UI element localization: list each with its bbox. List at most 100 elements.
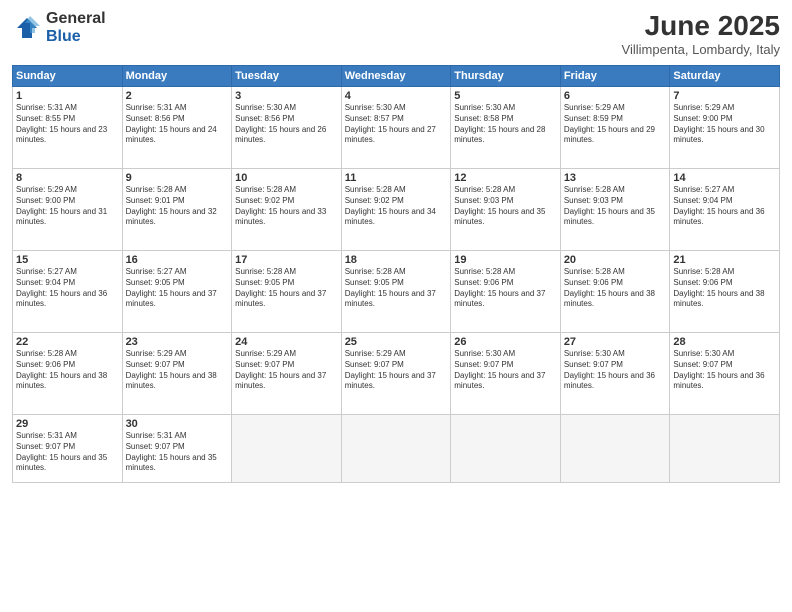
day-number: 14 [673, 172, 776, 184]
day-number: 7 [673, 90, 776, 102]
col-tuesday: Tuesday [232, 66, 342, 87]
day-info: Sunrise: 5:31 AMSunset: 8:56 PMDaylight:… [126, 103, 229, 146]
day-info: Sunrise: 5:31 AMSunset: 9:07 PMDaylight:… [16, 431, 119, 474]
calendar-cell: 15Sunrise: 5:27 AMSunset: 9:04 PMDayligh… [13, 251, 123, 333]
calendar-cell: 1Sunrise: 5:31 AMSunset: 8:55 PMDaylight… [13, 87, 123, 169]
logo: General Blue [12, 10, 106, 45]
month-title: June 2025 [622, 10, 780, 42]
calendar-cell: 7Sunrise: 5:29 AMSunset: 9:00 PMDaylight… [670, 87, 780, 169]
day-number: 16 [126, 254, 229, 266]
day-info: Sunrise: 5:30 AMSunset: 8:56 PMDaylight:… [235, 103, 338, 146]
day-info: Sunrise: 5:28 AMSunset: 9:03 PMDaylight:… [454, 185, 557, 228]
day-info: Sunrise: 5:28 AMSunset: 9:02 PMDaylight:… [345, 185, 448, 228]
col-friday: Friday [560, 66, 670, 87]
day-info: Sunrise: 5:27 AMSunset: 9:04 PMDaylight:… [16, 267, 119, 310]
calendar-week-5: 29Sunrise: 5:31 AMSunset: 9:07 PMDayligh… [13, 415, 780, 483]
calendar-cell: 12Sunrise: 5:28 AMSunset: 9:03 PMDayligh… [451, 169, 561, 251]
col-monday: Monday [122, 66, 232, 87]
day-info: Sunrise: 5:30 AMSunset: 8:57 PMDaylight:… [345, 103, 448, 146]
calendar-cell: 21Sunrise: 5:28 AMSunset: 9:06 PMDayligh… [670, 251, 780, 333]
day-info: Sunrise: 5:28 AMSunset: 9:05 PMDaylight:… [235, 267, 338, 310]
day-info: Sunrise: 5:29 AMSunset: 9:07 PMDaylight:… [235, 349, 338, 392]
day-number: 15 [16, 254, 119, 266]
day-number: 8 [16, 172, 119, 184]
calendar-header: Sunday Monday Tuesday Wednesday Thursday… [13, 66, 780, 87]
day-number: 5 [454, 90, 557, 102]
day-info: Sunrise: 5:28 AMSunset: 9:06 PMDaylight:… [16, 349, 119, 392]
title-section: June 2025 Villimpenta, Lombardy, Italy [622, 10, 780, 57]
day-info: Sunrise: 5:30 AMSunset: 9:07 PMDaylight:… [454, 349, 557, 392]
day-info: Sunrise: 5:27 AMSunset: 9:04 PMDaylight:… [673, 185, 776, 228]
day-info: Sunrise: 5:28 AMSunset: 9:01 PMDaylight:… [126, 185, 229, 228]
day-number: 26 [454, 336, 557, 348]
col-sunday: Sunday [13, 66, 123, 87]
calendar-cell: 23Sunrise: 5:29 AMSunset: 9:07 PMDayligh… [122, 333, 232, 415]
day-info: Sunrise: 5:31 AMSunset: 8:55 PMDaylight:… [16, 103, 119, 146]
weekday-row: Sunday Monday Tuesday Wednesday Thursday… [13, 66, 780, 87]
col-wednesday: Wednesday [341, 66, 451, 87]
day-info: Sunrise: 5:29 AMSunset: 8:59 PMDaylight:… [564, 103, 667, 146]
calendar-week-2: 8Sunrise: 5:29 AMSunset: 9:00 PMDaylight… [13, 169, 780, 251]
day-info: Sunrise: 5:31 AMSunset: 9:07 PMDaylight:… [126, 431, 229, 474]
day-number: 30 [126, 418, 229, 430]
day-number: 29 [16, 418, 119, 430]
calendar-cell: 13Sunrise: 5:28 AMSunset: 9:03 PMDayligh… [560, 169, 670, 251]
day-info: Sunrise: 5:28 AMSunset: 9:06 PMDaylight:… [564, 267, 667, 310]
calendar-cell: 14Sunrise: 5:27 AMSunset: 9:04 PMDayligh… [670, 169, 780, 251]
day-number: 19 [454, 254, 557, 266]
calendar-cell: 24Sunrise: 5:29 AMSunset: 9:07 PMDayligh… [232, 333, 342, 415]
day-number: 1 [16, 90, 119, 102]
logo-icon [12, 13, 42, 43]
day-info: Sunrise: 5:29 AMSunset: 9:00 PMDaylight:… [673, 103, 776, 146]
logo-text: General Blue [46, 10, 106, 45]
day-info: Sunrise: 5:30 AMSunset: 9:07 PMDaylight:… [564, 349, 667, 392]
calendar-cell: 20Sunrise: 5:28 AMSunset: 9:06 PMDayligh… [560, 251, 670, 333]
day-info: Sunrise: 5:28 AMSunset: 9:03 PMDaylight:… [564, 185, 667, 228]
day-info: Sunrise: 5:30 AMSunset: 9:07 PMDaylight:… [673, 349, 776, 392]
day-number: 12 [454, 172, 557, 184]
day-number: 13 [564, 172, 667, 184]
calendar-cell [451, 415, 561, 483]
day-info: Sunrise: 5:30 AMSunset: 8:58 PMDaylight:… [454, 103, 557, 146]
day-number: 3 [235, 90, 338, 102]
calendar-cell: 30Sunrise: 5:31 AMSunset: 9:07 PMDayligh… [122, 415, 232, 483]
calendar-cell: 9Sunrise: 5:28 AMSunset: 9:01 PMDaylight… [122, 169, 232, 251]
calendar-cell: 3Sunrise: 5:30 AMSunset: 8:56 PMDaylight… [232, 87, 342, 169]
calendar-cell: 4Sunrise: 5:30 AMSunset: 8:57 PMDaylight… [341, 87, 451, 169]
col-saturday: Saturday [670, 66, 780, 87]
day-number: 10 [235, 172, 338, 184]
calendar-cell: 19Sunrise: 5:28 AMSunset: 9:06 PMDayligh… [451, 251, 561, 333]
calendar-cell: 16Sunrise: 5:27 AMSunset: 9:05 PMDayligh… [122, 251, 232, 333]
calendar-week-4: 22Sunrise: 5:28 AMSunset: 9:06 PMDayligh… [13, 333, 780, 415]
calendar: Sunday Monday Tuesday Wednesday Thursday… [12, 65, 780, 483]
calendar-cell: 26Sunrise: 5:30 AMSunset: 9:07 PMDayligh… [451, 333, 561, 415]
day-number: 21 [673, 254, 776, 266]
calendar-cell: 2Sunrise: 5:31 AMSunset: 8:56 PMDaylight… [122, 87, 232, 169]
location: Villimpenta, Lombardy, Italy [622, 42, 780, 57]
day-info: Sunrise: 5:29 AMSunset: 9:00 PMDaylight:… [16, 185, 119, 228]
day-number: 4 [345, 90, 448, 102]
day-info: Sunrise: 5:28 AMSunset: 9:02 PMDaylight:… [235, 185, 338, 228]
calendar-cell [560, 415, 670, 483]
day-number: 28 [673, 336, 776, 348]
calendar-cell: 8Sunrise: 5:29 AMSunset: 9:00 PMDaylight… [13, 169, 123, 251]
day-number: 27 [564, 336, 667, 348]
day-number: 17 [235, 254, 338, 266]
day-info: Sunrise: 5:27 AMSunset: 9:05 PMDaylight:… [126, 267, 229, 310]
day-number: 9 [126, 172, 229, 184]
page-header: General Blue June 2025 Villimpenta, Lomb… [12, 10, 780, 57]
calendar-cell [232, 415, 342, 483]
calendar-cell: 6Sunrise: 5:29 AMSunset: 8:59 PMDaylight… [560, 87, 670, 169]
calendar-week-1: 1Sunrise: 5:31 AMSunset: 8:55 PMDaylight… [13, 87, 780, 169]
calendar-cell: 5Sunrise: 5:30 AMSunset: 8:58 PMDaylight… [451, 87, 561, 169]
col-thursday: Thursday [451, 66, 561, 87]
calendar-cell: 11Sunrise: 5:28 AMSunset: 9:02 PMDayligh… [341, 169, 451, 251]
day-number: 18 [345, 254, 448, 266]
calendar-cell: 29Sunrise: 5:31 AMSunset: 9:07 PMDayligh… [13, 415, 123, 483]
calendar-cell [670, 415, 780, 483]
calendar-cell: 27Sunrise: 5:30 AMSunset: 9:07 PMDayligh… [560, 333, 670, 415]
day-number: 6 [564, 90, 667, 102]
day-info: Sunrise: 5:28 AMSunset: 9:06 PMDaylight:… [454, 267, 557, 310]
calendar-week-3: 15Sunrise: 5:27 AMSunset: 9:04 PMDayligh… [13, 251, 780, 333]
day-info: Sunrise: 5:29 AMSunset: 9:07 PMDaylight:… [126, 349, 229, 392]
